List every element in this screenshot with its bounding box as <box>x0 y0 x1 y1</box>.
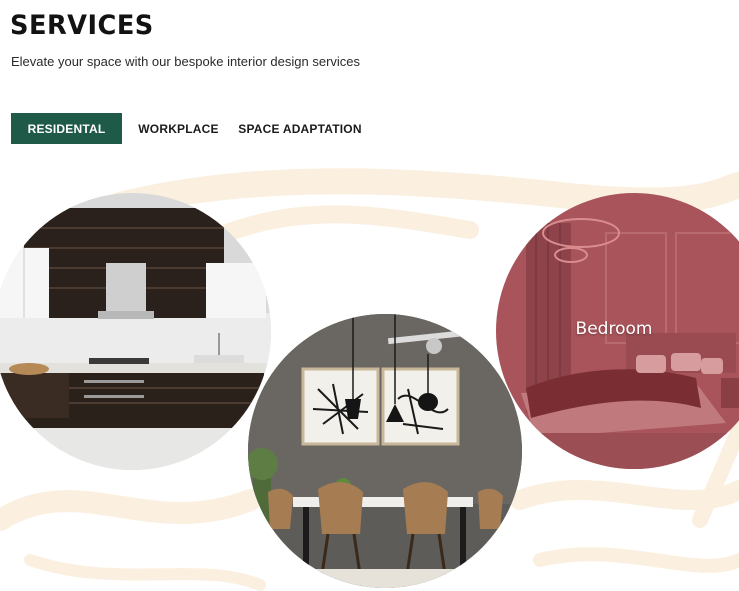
tab-residental[interactable]: RESIDENTAL <box>11 113 122 144</box>
page-subtitle: Elevate your space with our bespoke inte… <box>11 54 361 69</box>
tab-space-adaptation[interactable]: SPACE ADAPTATION <box>235 113 365 144</box>
dining-image <box>248 314 522 588</box>
kitchen-image <box>0 193 271 470</box>
service-card-dining[interactable] <box>248 314 522 588</box>
tab-workplace[interactable]: WORKPLACE <box>122 113 235 144</box>
service-card-kitchen[interactable] <box>0 193 271 470</box>
bedroom-label: Bedroom <box>575 319 653 339</box>
service-tabs: RESIDENTAL WORKPLACE SPACE ADAPTATION <box>11 113 365 144</box>
page-title: SERVICES <box>10 10 154 41</box>
